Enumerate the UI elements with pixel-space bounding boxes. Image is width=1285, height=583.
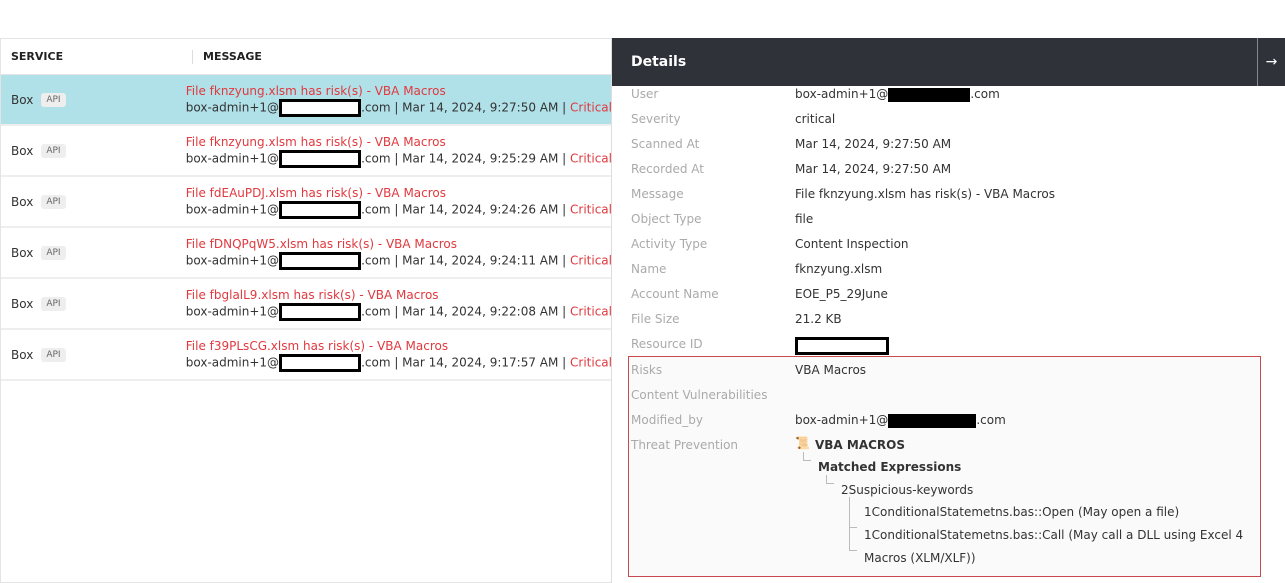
api-badge: API	[41, 143, 66, 158]
field-label: Recorded At	[631, 162, 704, 176]
message-title[interactable]: File fDNQPqW5.xlsm has risk(s) - VBA Mac…	[186, 236, 612, 252]
message-meta: box-admin+1@ .com | Mar 14, 2024, 9:17:57…	[186, 353, 612, 372]
details-title: Details	[631, 54, 687, 70]
detail-field: Scanned At Mar 14, 2024, 9:27:50 AM	[631, 137, 951, 151]
column-header-service[interactable]: SERVICE	[1, 49, 193, 64]
severity-label: Critical	[570, 355, 612, 369]
detail-field: File Size 21.2 KB	[631, 312, 842, 326]
details-panel: Details → User box-admin+1@ .com Severity cr…	[611, 38, 1285, 583]
field-value: 21.2 KB	[795, 312, 842, 326]
tree-matched-expressions: Matched Expressions	[818, 460, 962, 474]
field-value: box-admin+1@ .com	[795, 87, 1000, 102]
detail-field: Severity critical	[631, 112, 835, 126]
service-name: Box	[11, 92, 34, 107]
field-value: Mar 14, 2024, 9:27:50 AM	[795, 137, 952, 151]
field-label: Severity	[631, 112, 681, 126]
message-meta: box-admin+1@ .com | Mar 14, 2024, 9:24:26…	[186, 200, 612, 219]
modified-by-label: Modified_by	[631, 413, 703, 427]
service-name: Box	[11, 245, 34, 260]
field-label: Account Name	[631, 287, 719, 301]
tree-item: 1ConditionalStatemetns.bas::Call (May ca…	[864, 528, 1244, 542]
field-value: critical	[795, 112, 836, 126]
redaction	[888, 87, 971, 102]
api-badge: API	[41, 296, 66, 311]
detail-field: Object Type file	[631, 212, 813, 226]
threat-prevention-label: Threat Prevention	[631, 438, 739, 452]
severity-label: Critical	[570, 100, 612, 114]
tree-root: VBA MACROS	[815, 438, 906, 452]
details-header: Details →	[612, 38, 1285, 86]
table-row[interactable]: Box API File fbglalL9.xlsm has risk(s) - …	[1, 279, 612, 330]
message-title[interactable]: File fknzyung.xlsm has risk(s) - VBA Mac…	[186, 134, 612, 150]
detail-field: User box-admin+1@ .com	[631, 87, 1000, 102]
redaction	[279, 149, 362, 168]
message-meta: box-admin+1@ .com | Mar 14, 2024, 9:27:50…	[186, 98, 612, 117]
field-value: file	[795, 212, 814, 226]
field-value: File fknzyung.xlsm has risk(s) - VBA Mac…	[795, 187, 1056, 201]
severity-label: Critical	[570, 151, 612, 165]
api-badge: API	[41, 245, 66, 260]
service-name: Box	[11, 347, 34, 362]
detail-field: Name fknzyung.xlsm	[631, 262, 882, 276]
message-title[interactable]: File f39PLsCG.xlsm has risk(s) - VBA Mac…	[186, 338, 612, 354]
field-label: Object Type	[631, 212, 702, 226]
table-row[interactable]: Box API File f39PLsCG.xlsm has risk(s) - …	[1, 330, 612, 381]
api-badge: API	[41, 92, 66, 107]
severity-label: Critical	[570, 202, 612, 216]
field-label: User	[631, 87, 659, 101]
detail-field: Activity Type Content Inspection	[631, 237, 909, 251]
detail-field: Recorded At Mar 14, 2024, 9:27:50 AM	[631, 162, 951, 176]
field-label: Scanned At	[631, 137, 700, 151]
field-value: Content Inspection	[795, 237, 909, 251]
table-row[interactable]: Box API File fDNQPqW5.xlsm has risk(s) - …	[1, 228, 612, 279]
table-row[interactable]: Box API File fknzyung.xlsm has risk(s) - …	[1, 75, 612, 126]
table-header: SERVICE MESSAGE	[1, 39, 612, 75]
detail-field: Account Name EOE_P5_29June	[631, 287, 888, 301]
field-label: File Size	[631, 312, 680, 326]
modified-by-value: box-admin+1@ .com	[795, 413, 1006, 428]
table-row[interactable]: Box API File fdEAuPDJ.xlsm has risk(s) - …	[1, 177, 612, 228]
column-header-message[interactable]: MESSAGE	[193, 50, 262, 63]
redaction	[888, 413, 977, 428]
message-title[interactable]: File fdEAuPDJ.xlsm has risk(s) - VBA Mac…	[186, 185, 612, 201]
redaction	[279, 302, 362, 321]
risks-label: Risks	[631, 363, 663, 377]
risk-section: Risks VBA Macros Content Vulnerabilities …	[628, 356, 1261, 577]
redaction	[795, 337, 889, 355]
field-value: EOE_P5_29June	[795, 287, 888, 301]
redaction	[279, 353, 362, 372]
risks-value: VBA Macros	[795, 363, 867, 377]
field-value: Mar 14, 2024, 9:27:50 AM	[795, 162, 952, 176]
api-badge: API	[41, 194, 66, 209]
api-badge: API	[41, 347, 66, 362]
service-name: Box	[11, 296, 34, 311]
message-title[interactable]: File fbglalL9.xlsm has risk(s) - VBA Mac…	[186, 287, 612, 303]
table-row[interactable]: Box API File fknzyung.xlsm has risk(s) - …	[1, 126, 612, 177]
events-table: SERVICE MESSAGE Box API File fknzyung.xls…	[0, 38, 612, 583]
arrow-right-icon[interactable]: →	[1257, 38, 1285, 86]
field-value: fknzyung.xlsm	[795, 262, 883, 276]
tree-group: 2Suspicious-keywords	[841, 483, 974, 497]
message-meta: box-admin+1@ .com | Mar 14, 2024, 9:22:08…	[186, 302, 612, 321]
detail-field: Message File fknzyung.xlsm has risk(s) - …	[631, 187, 1055, 201]
document-icon: 📜	[795, 436, 810, 450]
tree-item: 1ConditionalStatemetns.bas::Open (May op…	[864, 505, 1180, 519]
service-name: Box	[11, 143, 34, 158]
field-label: Activity Type	[631, 237, 708, 251]
service-name: Box	[11, 194, 34, 209]
field-label: Name	[631, 262, 667, 276]
message-title[interactable]: File fknzyung.xlsm has risk(s) - VBA Mac…	[186, 83, 612, 99]
severity-label: Critical	[570, 253, 612, 267]
detail-field: Resource ID	[631, 337, 889, 355]
severity-label: Critical	[570, 304, 612, 318]
redaction	[279, 251, 362, 270]
redaction	[279, 200, 362, 219]
field-label: Message	[631, 187, 684, 201]
redaction	[279, 98, 362, 117]
tree-item-continued: Macros (XLM/XLF))	[864, 551, 976, 565]
content-vulnerabilities-label: Content Vulnerabilities	[631, 388, 768, 402]
message-meta: box-admin+1@ .com | Mar 14, 2024, 9:24:11…	[186, 251, 612, 270]
message-meta: box-admin+1@ .com | Mar 14, 2024, 9:25:29…	[186, 149, 612, 168]
field-label: Resource ID	[631, 337, 703, 351]
